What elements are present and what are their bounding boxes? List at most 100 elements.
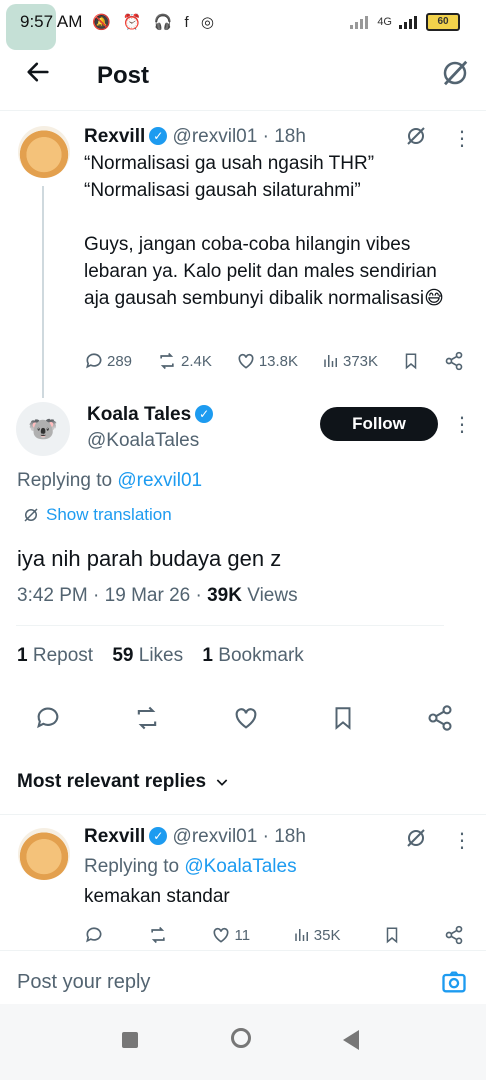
camera-icon[interactable] — [440, 968, 468, 1001]
share-button[interactable] — [426, 704, 454, 732]
verified-badge-icon: ✓ — [149, 127, 168, 145]
views-icon — [295, 929, 308, 941]
tweet-line-2: “Normalisasi gausah silaturahmi” — [84, 180, 361, 201]
replying-label: Replying to — [17, 470, 113, 491]
share-icon — [428, 705, 452, 731]
like-button[interactable]: 13.8K — [236, 351, 298, 371]
follow-button[interactable]: Follow — [320, 407, 438, 441]
home-icon[interactable] — [231, 1028, 251, 1048]
share-icon — [445, 351, 463, 371]
top-bar: Post — [0, 50, 486, 111]
reply-actions: 11 35K — [84, 925, 464, 945]
signal-icon — [350, 16, 369, 29]
replies-sort-label: Most relevant replies — [17, 771, 207, 792]
recent-apps-icon[interactable] — [122, 1032, 138, 1048]
verified-badge-icon: ✓ — [195, 405, 214, 423]
show-translation[interactable]: Show translation — [22, 505, 172, 525]
status-bar: 9:57 AM 🔕 ⏰ 🎧 f ◎ 4G 60 — [0, 0, 486, 50]
author-name[interactable]: Rexvill — [84, 826, 145, 847]
system-nav-bar — [0, 1004, 486, 1080]
engagement-stats: 1 Repost 59 Likes 1 Bookmark — [17, 645, 304, 667]
views-button[interactable]: 373K — [322, 352, 378, 370]
back-arrow-icon[interactable] — [24, 58, 52, 94]
repost-icon — [151, 926, 165, 944]
grok-icon[interactable] — [404, 124, 428, 153]
page-title: Post — [97, 62, 150, 89]
divider — [0, 950, 486, 951]
heart-icon — [213, 927, 229, 943]
repost-icon — [160, 352, 174, 370]
like-button[interactable]: 11 — [211, 925, 250, 945]
bookmark-stat[interactable]: 1 Bookmark — [202, 645, 303, 666]
replying-to: Replying to @rexvil01 — [17, 470, 202, 492]
thread-line — [42, 186, 44, 398]
avatar-koalatales[interactable]: 🐨 — [16, 402, 70, 456]
main-author: Koala Tales ✓ @KoalaTales — [87, 404, 214, 452]
like-button[interactable] — [232, 704, 260, 732]
replying-to-link[interactable]: @rexvil01 — [117, 470, 202, 491]
chevron-down-icon — [216, 779, 228, 786]
notification-icons: 🔕 ⏰ 🎧 f ◎ — [92, 14, 218, 31]
translate-icon — [24, 508, 38, 522]
author-handle: @rexvil01 · 18h — [172, 126, 306, 147]
repost-button[interactable] — [147, 925, 169, 945]
bookmark-icon — [405, 353, 417, 370]
verified-badge-icon: ✓ — [149, 827, 168, 845]
battery-icon: 60 — [426, 13, 460, 31]
repost-icon — [137, 706, 157, 730]
avatar-rexvill[interactable] — [18, 828, 70, 880]
likes-stat[interactable]: 59 Likes — [112, 645, 183, 666]
heart-icon — [235, 708, 257, 729]
avatar-rexvill[interactable] — [18, 126, 70, 178]
reply-button[interactable]: 289 — [84, 351, 132, 371]
tweet-date: 19 Mar 26 — [104, 585, 191, 606]
more-icon[interactable]: ⋮ — [452, 126, 472, 151]
tweet-time: 3:42 PM — [17, 585, 88, 606]
status-time: 9:57 AM — [20, 12, 83, 31]
reply-composer-input[interactable]: Post your reply — [17, 971, 150, 994]
views-icon — [324, 355, 337, 367]
repost-button[interactable]: 2.4K — [156, 351, 212, 371]
tweet-meta: 3:42 PM · 19 Mar 26 · 39K Views — [17, 585, 298, 606]
repost-stat[interactable]: 1 Repost — [17, 645, 93, 666]
repost-button[interactable] — [132, 704, 162, 732]
grok-icon[interactable] — [404, 826, 428, 855]
share-icon — [445, 925, 463, 945]
views-label: Views — [247, 585, 298, 606]
replying-to-link[interactable]: @KoalaTales — [184, 856, 296, 877]
back-icon[interactable] — [343, 1030, 359, 1050]
reply-button[interactable] — [84, 925, 104, 945]
reply-replying-to: Replying to @KoalaTales — [84, 856, 297, 878]
share-button[interactable] — [444, 351, 464, 371]
grok-icon[interactable] — [440, 58, 470, 93]
reply-icon — [86, 353, 102, 369]
reply-author: Rexvill ✓ @rexvil01 · 18h — [84, 826, 306, 848]
bookmark-button[interactable] — [330, 704, 356, 732]
status-right: 4G 60 — [349, 13, 460, 31]
show-translation-label: Show translation — [46, 505, 172, 524]
replies-sort[interactable]: Most relevant replies — [17, 771, 230, 793]
parent-actions: 289 2.4K 13.8K 373K — [84, 351, 464, 371]
author-handle: @KoalaTales — [87, 430, 200, 451]
tweet-body: Guys, jangan coba-coba hilangin vibes le… — [84, 234, 444, 309]
author-handle: @rexvil01 · 18h — [172, 826, 306, 847]
heart-icon — [238, 353, 254, 369]
reply-button[interactable] — [34, 704, 62, 732]
bookmark-icon — [386, 927, 398, 944]
more-icon[interactable]: ⋮ — [452, 412, 472, 437]
more-icon[interactable]: ⋮ — [452, 828, 472, 853]
koala-icon: 🐨 — [28, 415, 58, 443]
bookmark-button[interactable] — [383, 925, 401, 945]
bookmark-button[interactable] — [402, 351, 420, 371]
author-name[interactable]: Koala Tales — [87, 404, 191, 425]
divider — [0, 814, 486, 815]
views-button[interactable]: 35K — [293, 926, 340, 944]
replying-label: Replying to — [84, 856, 180, 877]
share-button[interactable] — [444, 925, 464, 945]
author-name[interactable]: Rexvill — [84, 126, 145, 147]
signal-icon-2 — [399, 16, 417, 29]
views-count: 39K — [207, 585, 242, 606]
reply-icon — [37, 707, 59, 729]
bookmark-icon — [335, 707, 351, 730]
main-actions — [34, 704, 454, 732]
